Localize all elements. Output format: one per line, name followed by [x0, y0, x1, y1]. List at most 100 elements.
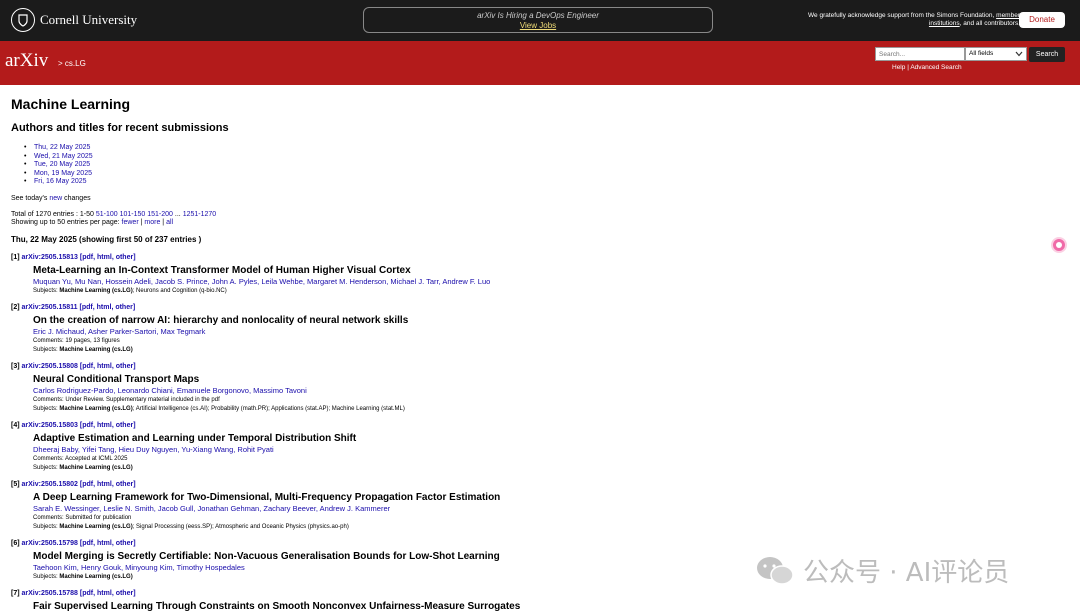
html-link[interactable]: html	[97, 540, 112, 547]
search-field-value: All fields	[969, 50, 994, 57]
hiring-text: arXiv Is Hiring a DevOps Engineer	[477, 11, 599, 20]
arxiv-logo-icon: arXiv	[5, 50, 49, 71]
entry-authors[interactable]: Dheeraj Baby, Yifei Tang, Hieu Duy Nguye…	[33, 445, 1051, 455]
other-link[interactable]: other	[116, 254, 134, 261]
entry-arxiv-link[interactable]: arXiv:2505.15803	[22, 422, 78, 429]
entry-index: [5]	[11, 481, 20, 488]
entry-item: [1] arXiv:2505.15813 [pdf, html, other] …	[11, 253, 1051, 296]
chat-icon	[1056, 242, 1062, 248]
wechat-icon	[757, 556, 794, 585]
html-link[interactable]: html	[97, 363, 112, 370]
fewer-link[interactable]: fewer	[122, 219, 139, 226]
new-link[interactable]: new	[49, 195, 62, 202]
assistant-float-icon[interactable]	[1051, 237, 1067, 253]
entry-subjects: Subjects: Machine Learning (cs.LG); Neur…	[33, 287, 1051, 296]
pdf-link[interactable]: pdf	[82, 590, 93, 597]
primary-subject: Machine Learning (cs.LG)	[59, 405, 133, 412]
chevron-down-icon	[1015, 51, 1023, 57]
page-link[interactable]: 51-100	[96, 211, 118, 218]
breadcrumb[interactable]: > cs.LG	[58, 59, 86, 68]
page-link-last[interactable]: 1251-1270	[183, 211, 216, 218]
date-link[interactable]: Wed, 21 May 2025	[24, 153, 93, 162]
todays-changes: See today's new changes	[11, 194, 91, 203]
watermark: 公众号 · AI评论员	[755, 552, 1009, 589]
acknowledgement: We gratefully acknowledge support from t…	[780, 12, 1020, 28]
entry-title: A Deep Learning Framework for Two-Dimens…	[33, 492, 501, 503]
entry-arxiv-link[interactable]: arXiv:2505.15811	[22, 304, 78, 311]
subjects-prefix: Subjects:	[33, 464, 58, 471]
pdf-link[interactable]: pdf	[82, 363, 93, 370]
page-subtitle: Authors and titles for recent submission…	[11, 122, 229, 134]
view-jobs-link[interactable]: View Jobs	[364, 21, 712, 30]
entry-arxiv-link[interactable]: arXiv:2505.15808	[22, 363, 78, 370]
entry-subjects: Subjects: Machine Learning (cs.LG); Sign…	[33, 523, 1051, 532]
other-link[interactable]: other	[116, 363, 134, 370]
help-link[interactable]: Help	[892, 64, 905, 71]
date-link[interactable]: Tue, 20 May 2025	[24, 161, 93, 170]
other-link[interactable]: other	[116, 481, 134, 488]
arxiv-logo[interactable]: arXiv	[5, 50, 57, 71]
entry-index: [1]	[11, 254, 20, 261]
html-link[interactable]: html	[97, 254, 112, 261]
entry-index: [4]	[11, 422, 20, 429]
entry-id-line: [1] arXiv:2505.15813 [pdf, html, other]	[11, 254, 136, 261]
subjects-prefix: Subjects:	[33, 288, 58, 294]
date-link[interactable]: Thu, 22 May 2025	[24, 144, 93, 153]
pdf-link[interactable]: pdf	[82, 481, 93, 488]
page-link[interactable]: 101-150	[120, 211, 146, 218]
todays-suffix: changes	[64, 195, 91, 202]
entry-arxiv-link[interactable]: arXiv:2505.15802	[22, 481, 78, 488]
separator: |	[140, 219, 143, 226]
entry-item: [2] arXiv:2505.15811 [pdf, html, other] …	[11, 303, 1051, 354]
primary-subject: Machine Learning (cs.LG)	[59, 574, 133, 580]
cornell-logo-link[interactable]: Cornell University	[11, 8, 137, 32]
entry-arxiv-link[interactable]: arXiv:2505.15813	[22, 254, 78, 261]
donate-button[interactable]: Donate	[1019, 12, 1065, 28]
advanced-search-link[interactable]: Advanced Search	[910, 64, 961, 71]
other-link[interactable]: other	[116, 540, 134, 547]
todays-prefix: See today's	[11, 195, 48, 202]
hiring-banner: arXiv Is Hiring a DevOps Engineer View J…	[363, 7, 713, 33]
page-link[interactable]: 151-200	[147, 211, 173, 218]
date-link-label[interactable]: Fri, 16 May 2025	[34, 178, 87, 185]
entry-index: [3]	[11, 363, 20, 370]
search-input[interactable]	[875, 47, 965, 61]
other-subjects: ; Artificial Intelligence (cs.AI); Proba…	[132, 405, 405, 412]
pdf-link[interactable]: pdf	[82, 304, 93, 311]
primary-subject: Machine Learning (cs.LG)	[59, 346, 133, 353]
primary-subject: Machine Learning (cs.LG)	[59, 464, 133, 471]
all-link[interactable]: all	[166, 219, 173, 226]
primary-subject: Machine Learning (cs.LG)	[59, 288, 133, 294]
entry-subjects: Subjects: Machine Learning (cs.LG)	[33, 346, 1051, 355]
entry-authors[interactable]: Sarah E. Wessinger, Leslie N. Smith, Jac…	[33, 504, 1051, 514]
html-link[interactable]: html	[97, 481, 112, 488]
other-link[interactable]: other	[115, 304, 133, 311]
day-heading: Thu, 22 May 2025 (showing first 50 of 23…	[11, 235, 202, 244]
html-link[interactable]: html	[97, 422, 112, 429]
entry-index: [7]	[11, 590, 20, 597]
entry-arxiv-link[interactable]: arXiv:2505.15798	[22, 540, 78, 547]
other-link[interactable]: other	[116, 590, 134, 597]
html-link[interactable]: html	[97, 304, 112, 311]
pdf-link[interactable]: pdf	[82, 422, 93, 429]
date-link-label[interactable]: Thu, 22 May 2025	[34, 144, 90, 151]
date-link-label[interactable]: Wed, 21 May 2025	[34, 153, 93, 160]
entry-authors[interactable]: Muquan Yu, Mu Nan, Hossein Adeli, Jacob …	[33, 277, 1051, 287]
other-link[interactable]: other	[116, 422, 134, 429]
entry-authors[interactable]: Eric J. Michaud, Asher Parker-Sartori, M…	[33, 327, 1051, 337]
date-link-label[interactable]: Tue, 20 May 2025	[34, 161, 90, 168]
pdf-link[interactable]: pdf	[82, 540, 93, 547]
entry-title: On the creation of narrow AI: hierarchy …	[33, 315, 409, 326]
page-title: Machine Learning	[11, 96, 131, 112]
search-button[interactable]: Search	[1029, 47, 1065, 62]
more-link[interactable]: more	[144, 219, 160, 226]
entry-comments: Comments: Accepted at ICML 2025	[33, 456, 128, 462]
html-link[interactable]: html	[97, 590, 112, 597]
entry-authors[interactable]: Carlos Rodriguez-Pardo, Leonardo Chiani,…	[33, 386, 1051, 396]
pdf-link[interactable]: pdf	[82, 254, 93, 261]
date-link-label[interactable]: Mon, 19 May 2025	[34, 170, 92, 177]
date-link[interactable]: Fri, 16 May 2025	[24, 178, 93, 187]
date-link[interactable]: Mon, 19 May 2025	[24, 170, 93, 179]
search-field-select[interactable]: All fields	[965, 47, 1027, 61]
entry-arxiv-link[interactable]: arXiv:2505.15788	[22, 590, 78, 597]
